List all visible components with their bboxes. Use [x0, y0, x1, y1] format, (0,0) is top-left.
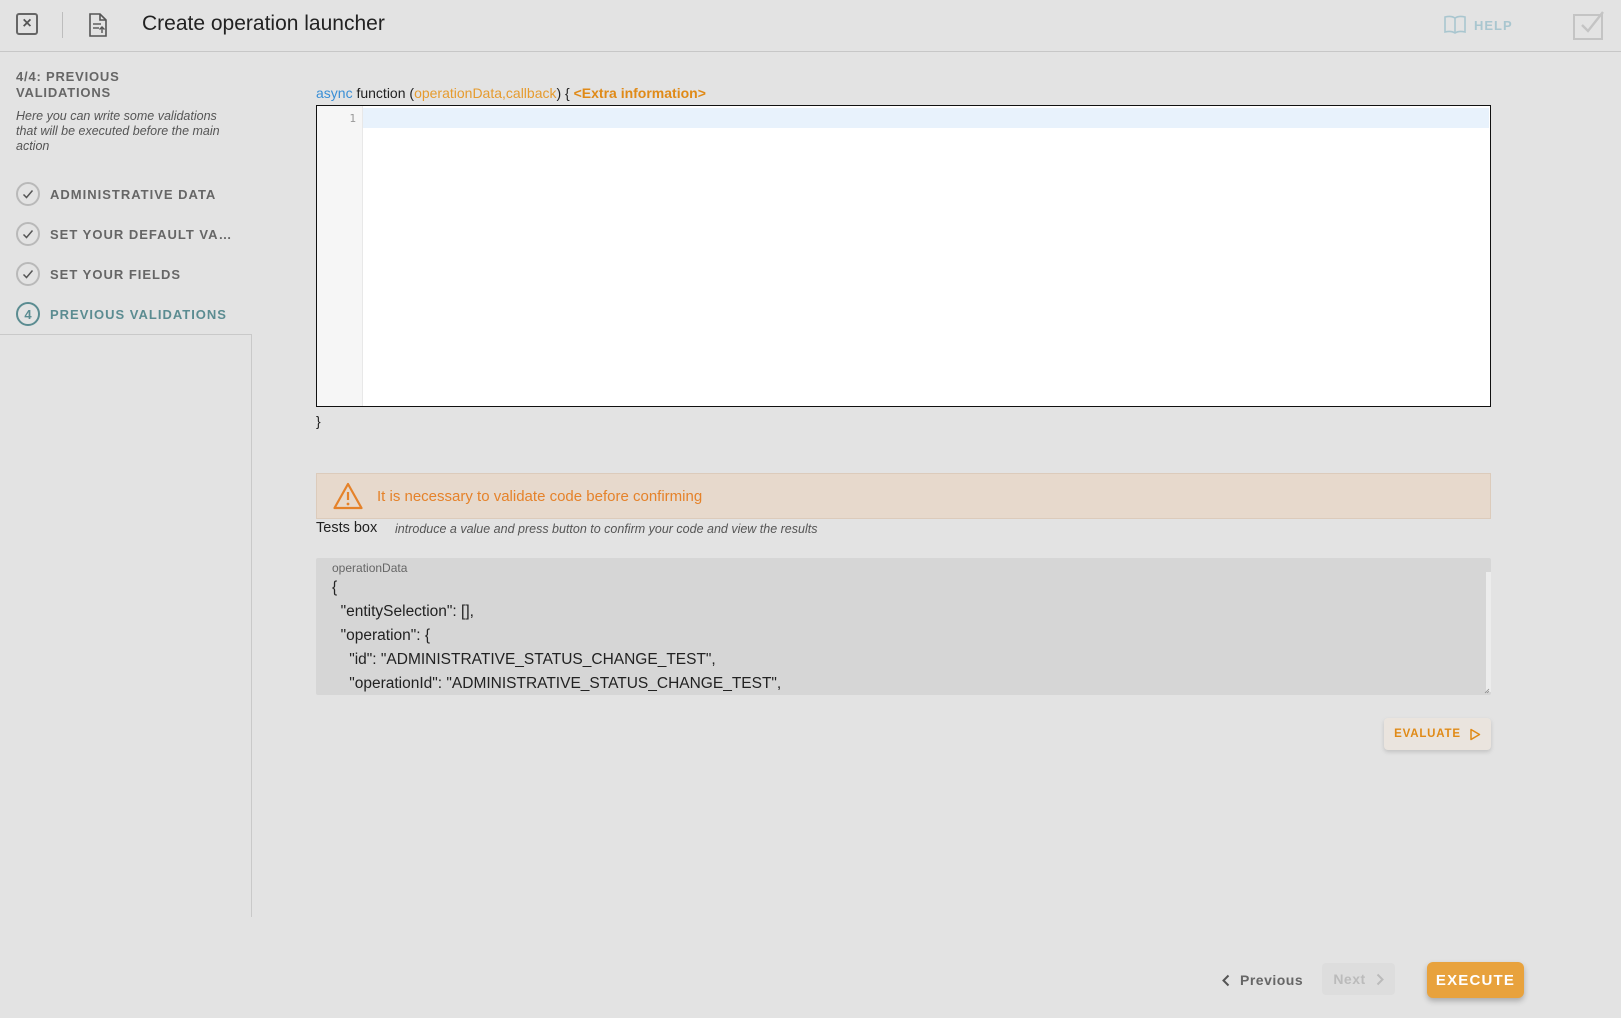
step-label: PREVIOUS VALIDATIONS	[50, 306, 227, 322]
previous-button[interactable]: Previous	[1222, 965, 1303, 995]
step-description: Here you can write some validations that…	[16, 109, 220, 153]
step-label: SET YOUR FIELDS	[50, 266, 182, 282]
validation-warning-banner: It is necessary to validate code before …	[316, 473, 1491, 519]
previous-label: Previous	[1240, 972, 1304, 988]
resize-grip-icon[interactable]	[1484, 688, 1490, 694]
step-set-fields[interactable]: SET YOUR FIELDS	[16, 261, 246, 287]
function-params: operationData,callback	[414, 85, 557, 101]
sidebar-divider	[0, 334, 252, 335]
async-keyword: async	[316, 85, 353, 101]
warning-icon	[333, 482, 363, 510]
step-label: SET YOUR DEFAULT VALUES	[50, 226, 240, 242]
execute-button[interactable]: EXECUTE	[1427, 962, 1524, 998]
check-icon	[16, 222, 40, 246]
extra-information-link[interactable]: <Extra information>	[574, 85, 706, 101]
next-button[interactable]: Next	[1322, 963, 1395, 995]
close-icon[interactable]: ×	[16, 13, 38, 35]
help-label: HELP	[1474, 17, 1513, 33]
textarea-label: operationData	[332, 561, 408, 575]
step-previous-validations[interactable]: 4 PREVIOUS VALIDATIONS	[16, 301, 246, 327]
next-label: Next	[1333, 971, 1366, 987]
header-bar: × Create operation launcher HELP	[0, 0, 1621, 52]
active-line-highlight	[363, 108, 1489, 128]
textarea-scrollbar[interactable]	[1486, 572, 1491, 692]
document-upload-icon	[89, 13, 107, 37]
header-divider	[62, 12, 63, 38]
help-button[interactable]: HELP	[1444, 14, 1513, 36]
function-keyword: function (	[352, 85, 415, 101]
step-number-badge: 4	[16, 302, 40, 326]
evaluate-button[interactable]: EVALUATE	[1384, 718, 1491, 750]
chevron-right-icon	[1376, 973, 1384, 985]
tests-box-label: Tests box	[316, 520, 378, 536]
checkbox-tray-icon[interactable]	[1573, 10, 1605, 40]
wizard-sidebar: 4/4: PREVIOUS VALIDATIONS Here you can w…	[0, 53, 252, 917]
play-icon	[1470, 728, 1481, 740]
page-title: Create operation launcher	[142, 12, 385, 35]
code-editor[interactable]: 1	[316, 105, 1491, 407]
step-default-values[interactable]: SET YOUR DEFAULT VALUES	[16, 221, 246, 247]
check-icon	[16, 262, 40, 286]
operation-data-textarea[interactable]: operationData { "entitySelection": [], "…	[316, 558, 1491, 695]
step-heading: 4/4: PREVIOUS VALIDATIONS	[16, 69, 120, 100]
evaluate-label: EVALUATE	[1394, 728, 1461, 740]
function-signature: async function (operationData,callback) …	[316, 85, 706, 101]
tests-box-hint: introduce a value and press button to co…	[395, 522, 818, 536]
warning-text: It is necessary to validate code before …	[377, 487, 703, 505]
editor-gutter: 1	[317, 106, 363, 406]
step-administrative-data[interactable]: ADMINISTRATIVE DATA	[16, 181, 246, 207]
book-icon	[1444, 15, 1466, 34]
signature-close: ) {	[556, 85, 574, 101]
closing-brace: }	[316, 413, 321, 429]
sidebar-border	[251, 335, 252, 917]
textarea-content: { "entitySelection": [], "operation": { …	[332, 579, 782, 692]
step-label: ADMINISTRATIVE DATA	[50, 186, 217, 202]
line-number: 1	[349, 112, 356, 125]
chevron-left-icon	[1222, 974, 1230, 986]
check-icon	[16, 182, 40, 206]
